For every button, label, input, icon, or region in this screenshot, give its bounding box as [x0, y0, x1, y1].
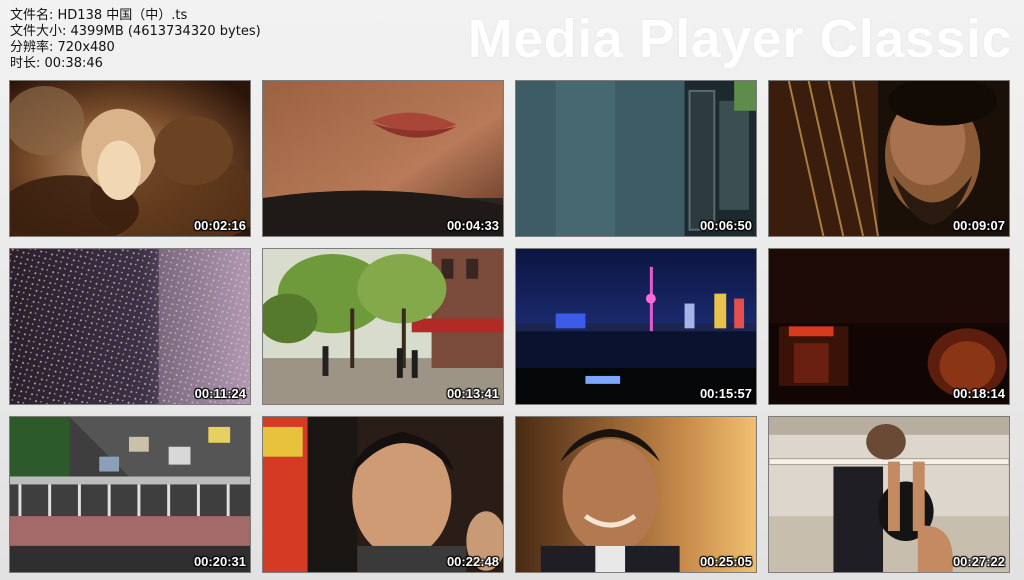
- duck-nest-image: [10, 81, 250, 236]
- timestamp: 00:27:22: [952, 554, 1005, 569]
- timestamp: 00:02:16: [193, 218, 246, 233]
- thumbnail-2[interactable]: 00:04:33: [262, 80, 504, 237]
- thumbnail-9[interactable]: 00:20:31: [9, 416, 251, 573]
- thumbnail-1[interactable]: 00:02:16: [9, 80, 251, 237]
- dark-room-image: [769, 249, 1009, 404]
- timestamp: 00:18:14: [952, 386, 1005, 401]
- child-bus-image: [263, 417, 503, 572]
- timestamp: 00:25:05: [699, 554, 752, 569]
- thumbnail-10[interactable]: 00:22:48: [262, 416, 504, 573]
- timestamp: 00:20:31: [193, 554, 246, 569]
- bridge-traffic-image: [10, 417, 250, 572]
- timestamp: 00:09:07: [952, 218, 1005, 233]
- man-face-image: [769, 81, 1009, 236]
- timestamp: 00:22:48: [446, 554, 499, 569]
- smiling-man-image: [516, 417, 756, 572]
- thumbnail-8[interactable]: 00:18:14: [768, 248, 1010, 405]
- timestamp: 00:06:50: [699, 218, 752, 233]
- timestamp: 00:11:24: [194, 386, 246, 401]
- thumbnail-grid: 00:02:16 00:04:33 00:06:50 00:09:07 00:1…: [0, 0, 1024, 580]
- thumbnail-4[interactable]: 00:09:07: [768, 80, 1010, 237]
- lips-closeup-image: [263, 81, 503, 236]
- thumbnail-11[interactable]: 00:25:05: [515, 416, 757, 573]
- gym-bar-image: [769, 417, 1009, 572]
- skyline-night-image: [516, 249, 756, 404]
- thumbnail-7[interactable]: 00:15:57: [515, 248, 757, 405]
- timestamp: 00:15:57: [699, 386, 752, 401]
- old-wall-image: [516, 81, 756, 236]
- city-aerial-image: [10, 249, 250, 404]
- thumbnail-3[interactable]: 00:06:50: [515, 80, 757, 237]
- timestamp: 00:04:33: [446, 218, 499, 233]
- timestamp: 00:13:41: [446, 386, 499, 401]
- thumbnail-6[interactable]: 00:13:41: [262, 248, 504, 405]
- thumbnail-12[interactable]: 00:27:22: [768, 416, 1010, 573]
- street-trees-image: [263, 249, 503, 404]
- thumbnail-5[interactable]: 00:11:24: [9, 248, 251, 405]
